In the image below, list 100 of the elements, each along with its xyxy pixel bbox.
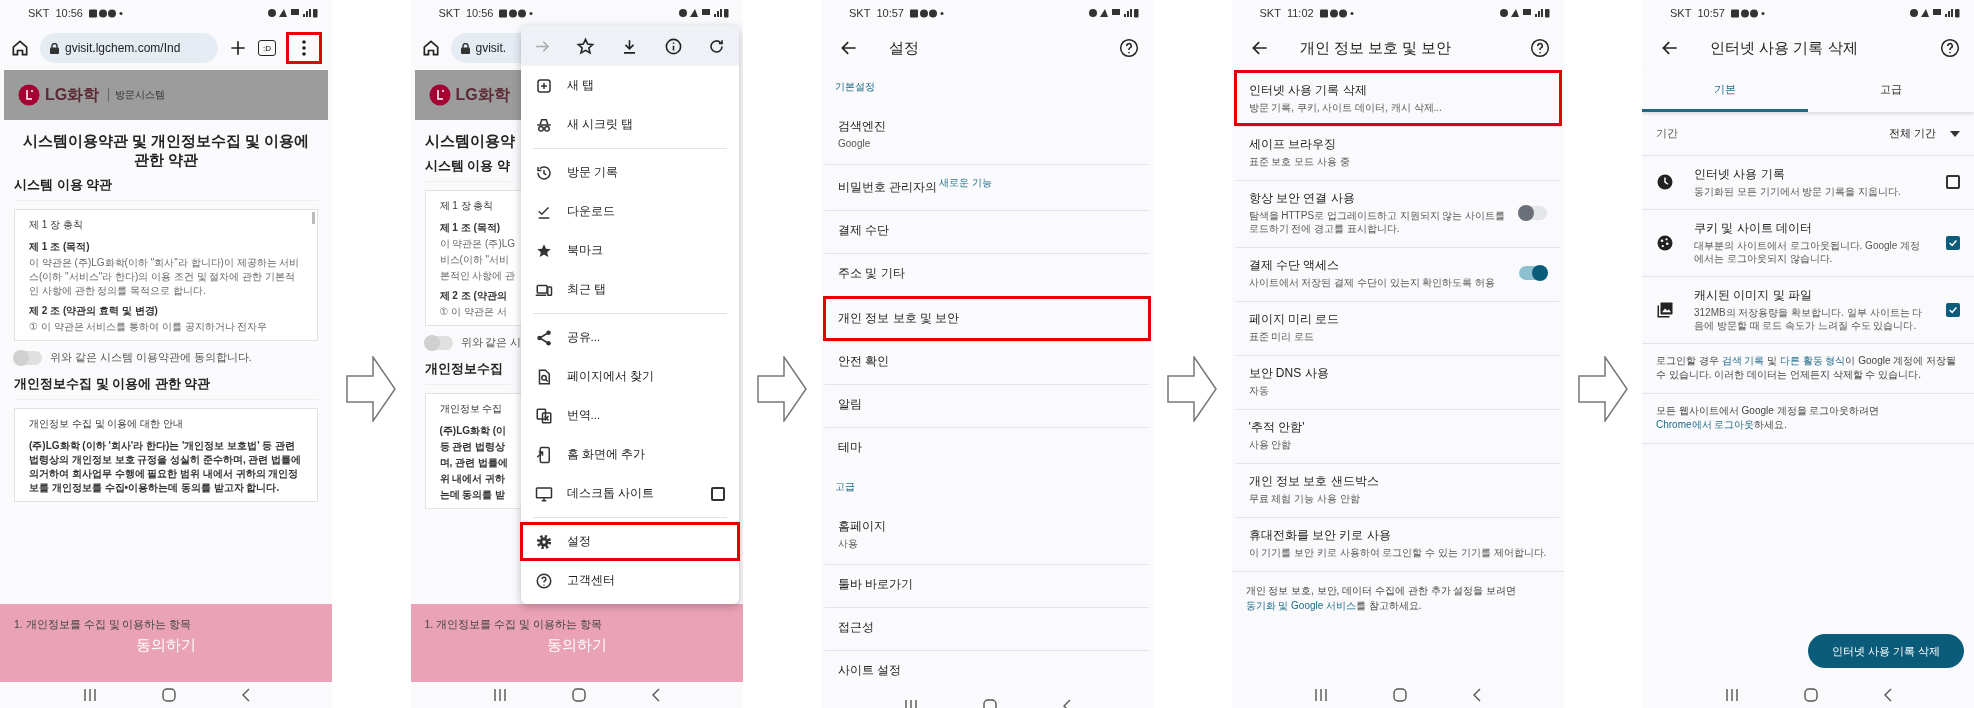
- settings-item[interactable]: 알림: [823, 384, 1151, 427]
- right-arrow-icon: [1577, 356, 1628, 422]
- lock-icon: [460, 42, 470, 54]
- back-button-icon[interactable]: [1061, 699, 1071, 708]
- menu-item[interactable]: 새 탭: [519, 66, 740, 105]
- clear-data-button[interactable]: 인터넷 사용 기록 삭제: [1807, 634, 1964, 668]
- more-vert-icon: [302, 40, 306, 56]
- checkbox[interactable]: [1946, 302, 1960, 317]
- settings-item[interactable]: 페이지 미리 로드 표준 미리 로드: [1233, 301, 1562, 355]
- toggle-switch[interactable]: [1518, 266, 1547, 280]
- menu-button[interactable]: [286, 32, 322, 64]
- share-icon: [534, 328, 553, 347]
- section-heading: 개인정보수집 및 이용에 관한 약관: [14, 374, 318, 400]
- clock-text: 10:57: [1697, 7, 1725, 19]
- menu-item[interactable]: 최근 탭: [519, 270, 740, 309]
- settings-item[interactable]: 항상 보안 연결 사용 탐색을 HTTPS로 업그레이드하고 지원되지 않는 사이트를 로드하기 전에 경고를 표시합니다.: [1233, 180, 1562, 247]
- agree-switch[interactable]: [14, 350, 42, 365]
- settings-item[interactable]: 인터넷 사용 기록 삭제 방문 기록, 쿠키, 사이트 데이터, 캐시 삭제...: [1233, 70, 1562, 126]
- menu-item[interactable]: 홈 화면에 추가: [519, 435, 740, 474]
- text-link[interactable]: 동기화 및 Google 서비스: [1245, 599, 1357, 611]
- menu-item[interactable]: 공유...: [519, 318, 740, 357]
- menu-item[interactable]: 설정: [519, 522, 740, 561]
- agree-switch[interactable]: [424, 335, 453, 350]
- clear-option[interactable]: 쿠키 및 사이트 데이터 대부분의 사이트에서 로그아웃됩니다. Google 계정에서는 로그아웃되지 않습니다.: [1642, 209, 1974, 277]
- plus-icon[interactable]: [228, 38, 248, 58]
- terms-item-text: 1. 개인정보를 수집 및 이용하는 항목: [14, 618, 193, 632]
- settings-item[interactable]: '추적 안함' 사용 안함: [1233, 409, 1562, 463]
- info-icon[interactable]: [663, 36, 683, 56]
- back-button-icon[interactable]: [240, 688, 250, 702]
- lock-icon: [50, 42, 59, 54]
- scrollbar[interactable]: [312, 211, 315, 224]
- settings-item[interactable]: 비밀번호 관리자의 $^{새로운 기능}$: [823, 164, 1151, 210]
- settings-icon: [534, 532, 553, 551]
- menu-item[interactable]: 북마크: [519, 231, 740, 270]
- clear-option[interactable]: 인터넷 사용 기록 동기화된 모든 기기에서 방문 기록을 지웁니다.: [1642, 156, 1974, 210]
- recent-apps-icon[interactable]: [82, 689, 97, 701]
- notice-text: (주)LG화학 (이하 '회사'라 한다)는 '개인정보 보호법' 등 관련 법령상의 개인정보 보호 규정을 성실히 준수하며, 관련 법률에 의거하여 회사업무 수행에 필요한 범위 내에서 귀하의 개인정보를 개인정보를 수집•이용하는데 동의를 받고자 합니다.: [29, 438, 303, 495]
- address-bar[interactable]: gvisit.lgchem.com/Ind: [40, 33, 218, 63]
- home-icon[interactable]: [10, 38, 30, 58]
- settings-item[interactable]: 결제 수단 액세스 사이트에서 저장된 결제 수단이 있는지 확인하도록 허용: [1233, 247, 1562, 301]
- menu-item[interactable]: 새 시크릿 탭: [519, 105, 740, 144]
- tab-switcher-button[interactable]: :D: [258, 40, 276, 56]
- article-heading: 제 1 조 (목적): [439, 220, 501, 235]
- recent-apps-icon[interactable]: [903, 700, 918, 708]
- menu-item[interactable]: 번역...: [519, 396, 740, 435]
- chapter-heading: 제 1 장 총칙: [29, 217, 84, 232]
- settings-item[interactable]: 세이프 브라우징 표준 보호 모드 사용 중: [1233, 126, 1562, 180]
- carrier-text: SKT: [1670, 7, 1692, 19]
- bookmark-star-icon[interactable]: [576, 36, 596, 56]
- time-range-dropdown[interactable]: 전체 기간: [1888, 126, 1960, 141]
- text-link[interactable]: 검색 기록: [1721, 354, 1765, 366]
- back-button-icon[interactable]: [1882, 688, 1892, 702]
- settings-item[interactable]: 접근성: [823, 607, 1151, 650]
- home-button-icon[interactable]: [161, 688, 176, 702]
- settings-item[interactable]: 검색엔진 Google: [823, 104, 1151, 164]
- terms-text: ① 이 약관은 서: [439, 304, 507, 319]
- help-icon[interactable]: [1940, 38, 1960, 58]
- checkbox[interactable]: [710, 486, 725, 501]
- settings-item[interactable]: 휴대전화를 보안 키로 사용 이 기기를 보안 키로 사용하여 로그인할 수 있는 기기를 제어합니다.: [1233, 517, 1562, 571]
- recent-apps-icon[interactable]: [493, 689, 507, 701]
- recent-apps-icon[interactable]: [1314, 689, 1328, 701]
- home-button-icon[interactable]: [1393, 688, 1407, 702]
- toggle-switch[interactable]: [1518, 205, 1547, 220]
- section-heading: 시스템 이용 약관: [14, 175, 318, 201]
- settings-item[interactable]: 보안 DNS 사용 자동: [1233, 355, 1562, 409]
- notice-text: 는데 동의를 받: [439, 487, 506, 502]
- text-link[interactable]: Chrome에서 로그아웃: [1656, 419, 1755, 430]
- settings-item[interactable]: 결제 수단: [823, 210, 1151, 253]
- settings-item[interactable]: 주소 및 기타: [823, 253, 1151, 296]
- status-icons-drawing: [1499, 8, 1550, 18]
- settings-item[interactable]: 홈페이지 사용: [823, 504, 1151, 564]
- back-button-icon[interactable]: [651, 688, 660, 702]
- tab[interactable]: 기본: [1642, 70, 1808, 112]
- settings-item[interactable]: 안전 확인: [823, 341, 1151, 384]
- checkbox[interactable]: [1946, 175, 1960, 190]
- help-icon[interactable]: [1119, 38, 1139, 58]
- clock-icon: [1656, 173, 1674, 192]
- chapter-heading: 개인정보 수집: [439, 401, 503, 416]
- clear-option[interactable]: 캐시된 이미지 및 파일 312MB의 저장용량을 확보합니다. 일부 사이트는 다음에 방문할 때 로드 속도가 느려질 수도 있습니다.: [1642, 276, 1974, 344]
- home-button-icon[interactable]: [1803, 688, 1818, 702]
- notice-text: 등 관련 법령상: [439, 439, 506, 454]
- menu-item[interactable]: 고객센터: [519, 561, 740, 600]
- menu-item[interactable]: 데스크톱 사이트: [519, 474, 740, 513]
- settings-item[interactable]: 개인 정보 보호 및 보안: [823, 296, 1151, 341]
- settings-item[interactable]: 개인 정보 보호 샌드박스 무료 체험 기능 사용 안함: [1233, 463, 1562, 517]
- time-range-label: 기간: [1656, 126, 1678, 141]
- settings-item[interactable]: 툴바 바로가기: [823, 564, 1151, 607]
- menu-item[interactable]: 페이지에서 찾기: [519, 357, 740, 396]
- help-icon[interactable]: [1529, 38, 1550, 58]
- checkbox[interactable]: [1946, 235, 1960, 250]
- recent-apps-icon[interactable]: [1724, 689, 1739, 701]
- text-link[interactable]: 다른 활동 형식: [1779, 354, 1846, 366]
- menu-item[interactable]: 다운로드: [519, 192, 740, 231]
- menu-item[interactable]: 방문 기록: [519, 153, 740, 192]
- home-button-icon[interactable]: [572, 688, 586, 702]
- back-button-icon[interactable]: [1472, 688, 1481, 702]
- status-icons-drawing: [1089, 8, 1139, 18]
- tab[interactable]: 고급: [1808, 70, 1974, 112]
- article-heading: 제 2 조 (약관의: [439, 288, 507, 303]
- settings-item[interactable]: 테마: [823, 427, 1151, 470]
